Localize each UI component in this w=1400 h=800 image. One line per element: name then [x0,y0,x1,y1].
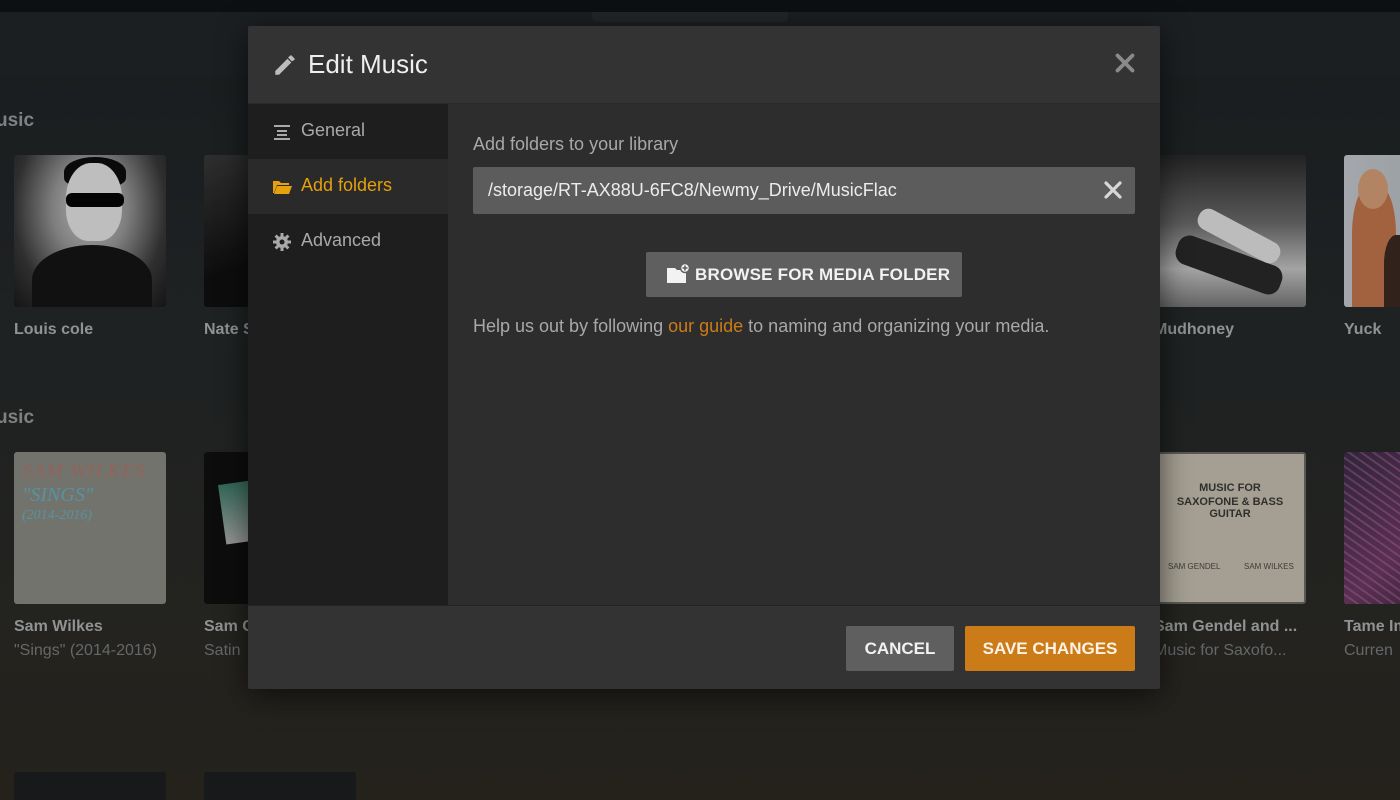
folder-open-icon [273,181,292,194]
gear-icon [273,233,291,251]
dialog-footer: CANCEL SAVE CHANGES [248,605,1160,689]
browse-button-label: BROWSE FOR MEDIA FOLDER [695,265,951,284]
dialog-sidebar: General Add folders Advanced [248,104,448,605]
sidebar-item-label: Advanced [301,230,382,250]
folder-path-field[interactable] [473,167,1135,214]
dialog-content: Add folders to your library BROWSE FOR M… [448,104,1160,605]
folder-path-input[interactable] [473,167,1093,214]
close-icon[interactable] [1110,48,1140,78]
pencil-icon [275,55,295,75]
browse-media-folder-button[interactable]: BROWSE FOR MEDIA FOLDER [646,252,962,297]
sidebar-item-general[interactable]: General [248,104,448,159]
edit-library-dialog: Edit Music General Add folders Advanced … [248,26,1160,689]
dialog-title: Edit Music [308,49,428,79]
folder-add-icon [667,263,690,283]
list-lines-icon [274,125,290,140]
cancel-button[interactable]: CANCEL [846,626,954,671]
sidebar-item-label: General [301,120,366,140]
save-changes-button[interactable]: SAVE CHANGES [965,626,1135,671]
sidebar-item-label: Add folders [301,175,393,195]
guide-link[interactable]: our guide [668,316,743,336]
sidebar-item-add-folders[interactable]: Add folders [248,159,448,214]
clear-x-icon[interactable] [1101,178,1125,202]
help-text: Help us out by following our guide to na… [473,316,1050,336]
sidebar-item-advanced[interactable]: Advanced [248,214,448,269]
dialog-header: Edit Music [248,26,1160,104]
folders-field-label: Add folders to your library [473,134,679,154]
